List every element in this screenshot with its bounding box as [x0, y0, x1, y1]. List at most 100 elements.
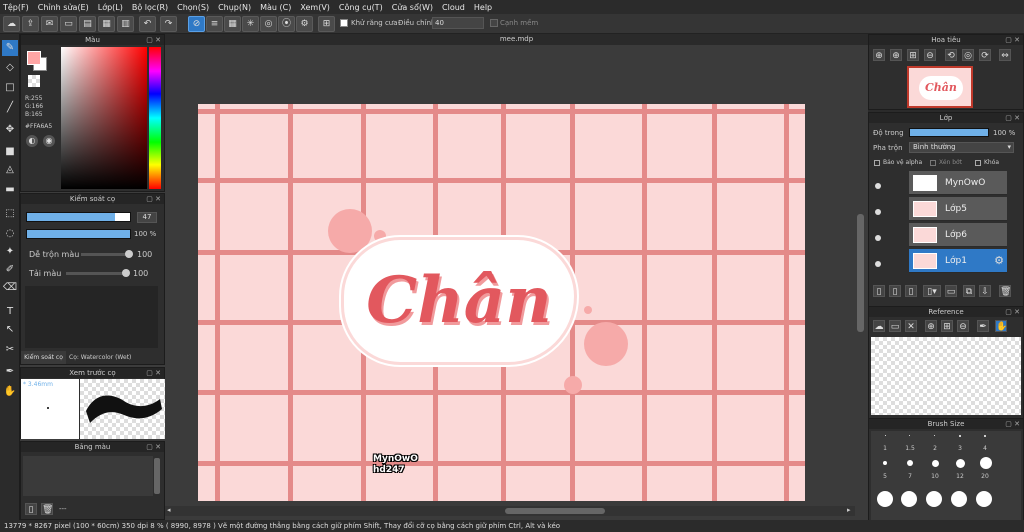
hand-icon[interactable]: ✋ [995, 320, 1007, 332]
eyedropper-icon[interactable]: ✒ [977, 320, 989, 332]
reference-canvas[interactable] [871, 337, 1021, 415]
perspective-snap-icon[interactable]: ⊞ [318, 16, 335, 32]
foreground-swatch[interactable] [27, 51, 41, 65]
zoom-out-icon[interactable]: ⊖ [957, 320, 969, 332]
layer-item-selected[interactable]: Lớp1 ⚙ [909, 249, 1007, 273]
undo-icon[interactable]: ↶ [139, 16, 156, 32]
brush-size-dot[interactable] [907, 460, 913, 466]
line-tool-icon[interactable]: ╱ [2, 100, 18, 116]
menu-filter[interactable]: Bộ lọc(R) [132, 3, 168, 12]
flip-icon[interactable]: ⇔ [999, 49, 1011, 61]
brush-size-dot[interactable] [980, 457, 992, 469]
divide-tool-icon[interactable]: ✂ [2, 342, 18, 358]
brush-tool-icon[interactable]: ✎ [2, 40, 18, 56]
menu-capture[interactable]: Chụp(N) [218, 3, 251, 12]
brush-size-dot[interactable] [901, 491, 917, 507]
brush-opacity-slider[interactable] [26, 229, 131, 239]
menu-layer[interactable]: Lớp(L) [98, 3, 123, 12]
cloud-icon[interactable]: ☁ [3, 16, 20, 32]
vertical-scrollbar[interactable] [857, 214, 864, 332]
scroll-left-icon[interactable]: ◂ [167, 506, 171, 514]
layer-opacity-slider[interactable] [909, 128, 989, 137]
layout-icon[interactable]: ▦ [98, 16, 115, 32]
antialias-checkbox[interactable] [340, 19, 348, 27]
rect-tool-icon[interactable]: □ [2, 80, 18, 96]
layer-blend-select[interactable]: Bình thường ▾ [909, 142, 1014, 153]
panel-icon[interactable]: ▥ [117, 16, 134, 32]
select-pen-icon[interactable]: ✐ [2, 262, 18, 278]
export-icon[interactable]: ⇪ [22, 16, 39, 32]
brush-size-dot[interactable] [976, 491, 992, 507]
eyedropper-icon[interactable]: ✒ [2, 364, 18, 380]
new-layer-1bit-icon[interactable]: ▯ [905, 285, 917, 297]
new-palette-icon[interactable]: ▯ [25, 503, 37, 515]
menu-view[interactable]: Xem(V) [300, 3, 330, 12]
menu-file[interactable]: Tệp(F) [3, 3, 29, 12]
operation-tool-icon[interactable]: ↖ [2, 322, 18, 338]
new-layer-alt-icon[interactable]: ▯ [889, 285, 901, 297]
zoom-in-icon[interactable]: ⊕ [925, 320, 937, 332]
color-picker-icon[interactable]: ◉ [43, 135, 55, 147]
brush-size-dot[interactable] [956, 459, 965, 468]
flow-slider-knob[interactable] [122, 269, 130, 277]
close-icon[interactable]: ✕ [905, 320, 917, 332]
soft-edge-checkbox[interactable] [490, 19, 498, 27]
grid-snap-icon[interactable]: ▦ [224, 16, 241, 32]
clipping-checkbox[interactable] [930, 160, 936, 166]
menu-help[interactable]: Help [474, 3, 492, 12]
rotate-right-icon[interactable]: ⟳ [979, 49, 991, 61]
flow-slider[interactable] [66, 269, 130, 277]
hue-slider[interactable] [149, 47, 161, 189]
zoom-fit-icon[interactable]: ⊞ [907, 49, 919, 61]
brush-size-value[interactable]: 47 [137, 212, 157, 223]
delete-layer-icon[interactable]: 🗑 [999, 285, 1011, 297]
transparent-swatch[interactable] [28, 75, 40, 87]
radial-snap-icon[interactable]: ✳ [242, 16, 259, 32]
eye-icon[interactable] [875, 261, 881, 267]
rotate-reset-icon[interactable]: ◎ [962, 49, 974, 61]
curve-snap-icon[interactable]: ⦿ [278, 16, 295, 32]
brush-size-dot[interactable] [909, 435, 910, 436]
protect-alpha-checkbox[interactable] [874, 160, 880, 166]
merge-layer-icon[interactable]: ⇩ [979, 285, 991, 297]
brush-size-dot[interactable] [984, 435, 986, 437]
palette-swatch-area[interactable] [23, 456, 153, 496]
menu-edit[interactable]: Chỉnh sửa(E) [38, 3, 89, 12]
gradient-tool-icon[interactable]: ▬ [2, 182, 18, 198]
navigator-thumbnail[interactable]: Chân [907, 66, 973, 108]
comment-icon[interactable]: ▭ [60, 16, 77, 32]
zoom-fit-icon[interactable]: ⊞ [941, 320, 953, 332]
hand-tool-icon[interactable]: ✋ [2, 384, 18, 400]
brush-size-dot[interactable] [934, 435, 935, 436]
zoom-in-alt-icon[interactable]: ⊕ [890, 49, 902, 61]
brush-size-slider[interactable] [26, 212, 131, 222]
brush-size-dot[interactable] [883, 461, 887, 465]
brush-size-dot[interactable] [877, 491, 893, 507]
magic-wand-icon[interactable]: ✦ [2, 244, 18, 260]
lasso-tool-icon[interactable]: ◌ [2, 226, 18, 242]
redo-icon[interactable]: ↷ [160, 16, 177, 32]
eye-icon[interactable] [875, 183, 881, 189]
menu-tools[interactable]: Công cụ(T) [339, 3, 383, 12]
zoom-out-icon[interactable]: ⊖ [924, 49, 936, 61]
parallel-snap-icon[interactable]: ≡ [206, 16, 223, 32]
select-eraser-icon[interactable]: ⌫ [2, 280, 18, 296]
brush-size-dot[interactable] [959, 435, 961, 437]
menu-select[interactable]: Chọn(S) [177, 3, 209, 12]
eye-icon[interactable] [875, 235, 881, 241]
brush-size-dot[interactable] [951, 491, 967, 507]
layer-item[interactable]: Lớp6 [909, 223, 1007, 247]
window-icon[interactable]: ▤ [79, 16, 96, 32]
palette-scrollbar[interactable] [154, 458, 160, 494]
zoom-in-icon[interactable]: ⊕ [873, 49, 885, 61]
fill-rect-tool-icon[interactable]: ■ [2, 144, 18, 160]
brush-size-dot[interactable] [932, 460, 939, 467]
gear-icon[interactable]: ⚙ [994, 254, 1004, 267]
menu-cloud[interactable]: Cloud [442, 3, 465, 12]
layer-item[interactable]: MynOwO [909, 171, 1007, 195]
chat-icon[interactable]: ✉ [41, 16, 58, 32]
correction-select[interactable]: 40 [432, 17, 484, 29]
horizontal-scrollbar[interactable] [505, 508, 605, 514]
circle-snap-icon[interactable]: ◎ [260, 16, 277, 32]
rotate-left-icon[interactable]: ⟲ [945, 49, 957, 61]
